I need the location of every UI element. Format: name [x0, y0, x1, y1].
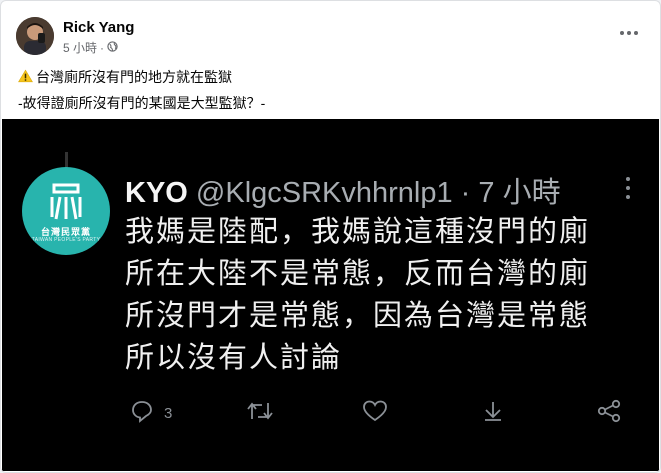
retweet-action	[246, 399, 274, 427]
tweet-line: 所沒門才是常態，因為台灣是常態	[125, 300, 591, 332]
tweet-header: KYO @KlgcSRKvhhrnlp1 · 7 小時	[125, 169, 561, 211]
like-action	[362, 399, 388, 427]
like-icon	[362, 399, 388, 427]
post-card: Rick Yang 5 小時 · 台灣廁所沒有門的地方就在監獄 -故得證廁所沒有…	[0, 0, 661, 473]
post-text-1: 台灣廁所沒有門的地方就在監獄	[36, 69, 232, 85]
globe-icon[interactable]	[107, 40, 118, 55]
author-name[interactable]: Rick Yang	[63, 19, 134, 36]
share-action	[596, 399, 622, 427]
post-text-line-2: -故得證廁所沒有門的某國是大型監獄？-	[18, 95, 266, 111]
tweet-actions: 3	[2, 399, 659, 429]
download-icon	[481, 399, 505, 427]
post-time[interactable]: 5 小時	[63, 39, 97, 56]
meta-separator: ·	[100, 40, 105, 55]
reply-count: 3	[164, 404, 173, 422]
tweet-line: 我媽是陸配，我媽說這種沒門的廁	[125, 216, 591, 248]
tweet-screenshot-image[interactable]: 台灣民眾黨 TAIWAN PEOPLE'S PARTY KYO @KlgcSRK…	[2, 119, 659, 471]
tweet-more-icon	[626, 177, 630, 199]
tweet-avatar: 台灣民眾黨 TAIWAN PEOPLE'S PARTY	[22, 167, 110, 255]
tweet-handle: @KlgcSRKvhhrnlp1 · 7 小時	[195, 177, 561, 209]
author-avatar[interactable]	[16, 17, 54, 55]
avatar-stem	[65, 152, 68, 168]
tweet-avatar-sublabel: TAIWAN PEOPLE'S PARTY	[31, 237, 101, 243]
tweet-line: 所在大陸不是常態，反而台灣的廁	[125, 258, 591, 290]
reply-action: 3	[130, 399, 172, 427]
reply-icon	[130, 399, 154, 427]
retweet-icon	[246, 399, 274, 427]
more-icon[interactable]	[618, 23, 640, 43]
download-action	[481, 399, 505, 427]
post-meta: 5 小時 ·	[63, 39, 118, 56]
tweet-name: KYO	[125, 177, 188, 209]
tweet-line: 所以沒有人討論	[125, 342, 343, 374]
tweet-text: 我媽是陸配，我媽說這種沒門的廁 所在大陸不是常態，反而台灣的廁 所沒門才是常態，…	[125, 211, 645, 379]
warning-icon	[18, 69, 33, 86]
post-text-line-1: 台灣廁所沒有門的地方就在監獄	[18, 67, 232, 87]
share-icon	[596, 399, 622, 427]
